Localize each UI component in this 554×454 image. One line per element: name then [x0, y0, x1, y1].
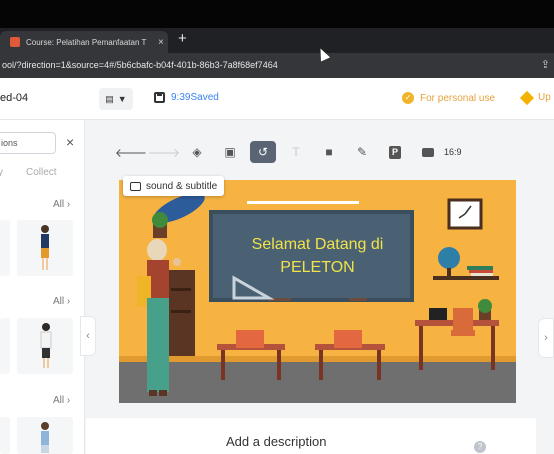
background-icon[interactable]: ▣	[217, 141, 243, 163]
description-input[interactable]: Add a description	[226, 434, 326, 449]
screen: Course: Pelatihan Pemanfaatan T × + ool/…	[0, 0, 554, 454]
board-text-line1[interactable]: Selamat Datang di	[119, 236, 516, 254]
character-figure-icon	[41, 225, 49, 270]
check-circle-icon: ✓	[402, 92, 414, 104]
pen-icon[interactable]: ✎	[349, 141, 375, 163]
all-label: All	[53, 395, 65, 406]
aspect-ratio-button[interactable]: 16:9	[444, 147, 462, 157]
subtitle-icon	[130, 181, 141, 191]
collapse-left-button[interactable]: ‹	[80, 316, 96, 356]
character-thumbnail[interactable]	[17, 417, 73, 454]
scene-canvas[interactable]: Selamat Datang di PELETON	[119, 180, 516, 403]
text-icon[interactable]: T	[283, 141, 309, 163]
top-bar	[0, 0, 554, 28]
rect-icon	[422, 147, 434, 157]
all-label: All	[53, 199, 65, 210]
p-icon-button[interactable]: P	[382, 141, 408, 163]
personal-use-text: For personal use	[420, 92, 496, 104]
all-link[interactable]: All ›	[53, 395, 70, 406]
board-text-line2[interactable]: PELETON	[119, 259, 516, 277]
search-input[interactable]: ions	[0, 132, 56, 154]
redo-icon[interactable]: 🡒	[148, 141, 180, 163]
project-name[interactable]: ed-04	[0, 92, 28, 104]
tab-bar: Course: Pelatihan Pemanfaatan T ×	[0, 28, 554, 53]
rect-icon-button[interactable]	[415, 141, 441, 163]
left-panel: ions × y Collect All › All › All ›	[0, 120, 85, 454]
film-icon: ▤	[105, 93, 114, 104]
layers-icon[interactable]: ◈	[184, 141, 210, 163]
character-thumbnail[interactable]	[17, 318, 73, 374]
share-icon[interactable]: ⇪	[541, 58, 550, 71]
thumbnail[interactable]	[0, 220, 10, 276]
p-icon: P	[389, 145, 401, 159]
link-icon[interactable]: ↺	[250, 141, 276, 163]
url-bar[interactable]: ool/?direction=1&source=4#/5b6cbafc-b04f…	[0, 53, 554, 78]
tab-title: Course: Pelatihan Pemanfaatan T	[26, 37, 147, 47]
new-tab-button[interactable]: +	[178, 30, 187, 48]
tab-close-icon[interactable]: ×	[158, 37, 164, 48]
chevron-down-icon: ▼	[117, 94, 127, 104]
classroom-scene	[119, 180, 516, 403]
camera-icon[interactable]: ■	[316, 141, 342, 163]
all-link[interactable]: All ›	[53, 296, 70, 307]
save-icon	[154, 92, 165, 103]
editor-toolbar: 🡐 🡒 ◈ ▣ ↺ T ■ ✎ P 16:9	[115, 138, 476, 166]
all-label: All	[53, 296, 65, 307]
thumbnail[interactable]	[0, 417, 10, 454]
browser-tab[interactable]: Course: Pelatihan Pemanfaatan T ×	[0, 31, 168, 53]
collapse-right-button[interactable]: ›	[538, 318, 554, 358]
personal-use-badge[interactable]: ✓ For personal use	[402, 92, 495, 104]
character-figure-icon	[40, 323, 52, 368]
help-icon[interactable]: ?	[474, 441, 486, 453]
tab-collect[interactable]: Collect	[26, 167, 57, 178]
save-status[interactable]: 9:39Saved	[154, 92, 219, 103]
tab-recent[interactable]: y	[0, 167, 3, 178]
favicon-icon	[10, 37, 20, 47]
app-header: ed-04 ▤ ▼ 9:39Saved ✓ For personal use U…	[0, 78, 554, 120]
close-icon[interactable]: ×	[66, 134, 74, 150]
character-thumbnail[interactable]	[17, 220, 73, 276]
thumbnail[interactable]	[0, 318, 10, 374]
project-menu-button[interactable]: ▤ ▼	[99, 88, 133, 110]
upgrade-button[interactable]: Up	[519, 90, 551, 105]
diamond-icon	[519, 90, 535, 105]
upgrade-text: Up	[538, 92, 551, 103]
sound-subtitle-label: sound & subtitle	[146, 180, 218, 192]
sound-subtitle-button[interactable]: sound & subtitle	[123, 176, 225, 196]
all-link[interactable]: All ›	[53, 199, 70, 210]
undo-icon[interactable]: 🡐	[115, 141, 147, 163]
character-figure-icon	[41, 422, 49, 453]
save-status-text: 9:39Saved	[171, 92, 219, 103]
